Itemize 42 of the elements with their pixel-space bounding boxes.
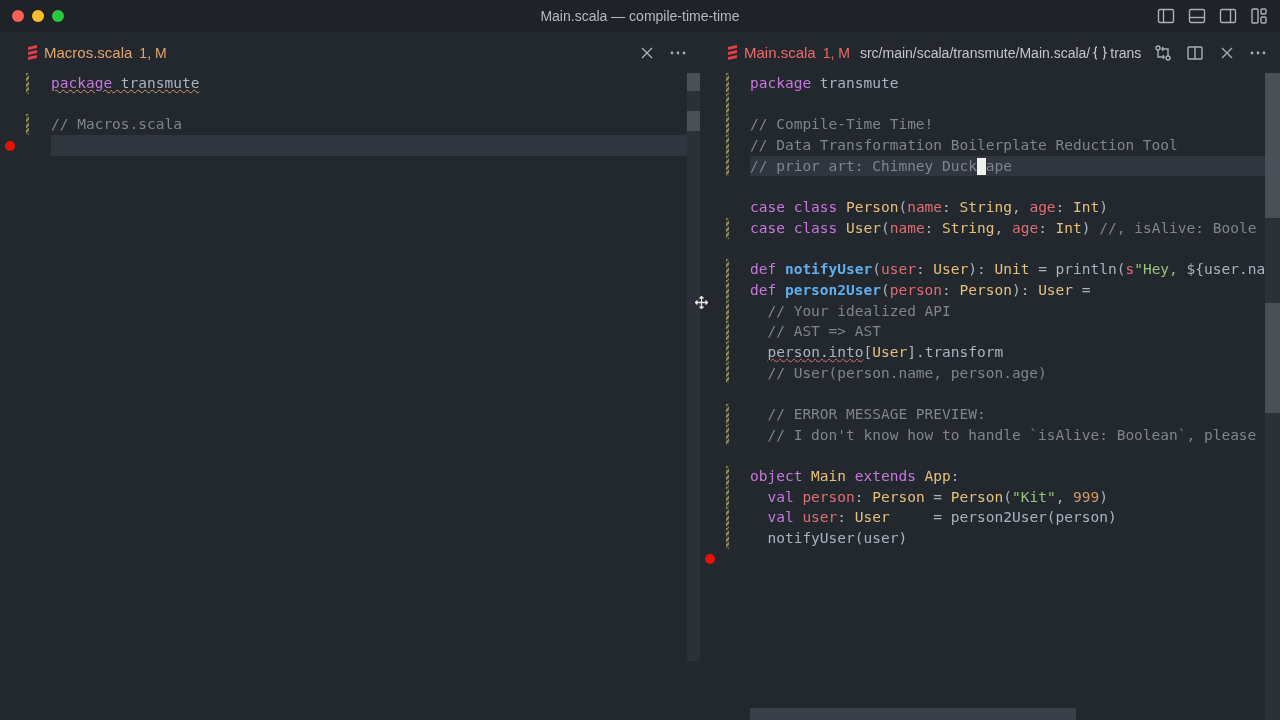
close-window-button[interactable] <box>12 10 24 22</box>
window-title: Main.scala — compile-time-time <box>540 8 740 24</box>
code-line: val person: Person = Person("Kit", 999) <box>766 487 1110 507</box>
editor-tab[interactable]: Macros.scala 1, M <box>28 44 167 61</box>
braces-icon <box>1092 44 1109 61</box>
more-icon[interactable] <box>670 50 686 55</box>
horizontal-scrollbar[interactable] <box>750 708 1076 720</box>
editor-tab[interactable]: Main.scala 1, M <box>728 44 850 61</box>
code-line: // I don't know how to handle `isAlive: Boolean`, please <box>766 425 1258 445</box>
code-line: def person2User(person: Person): User = <box>750 280 1092 300</box>
scala-icon <box>28 45 37 60</box>
code-line: case class Person(name: String, age: Int) <box>750 198 1109 218</box>
toggle-secondary-sidebar-icon[interactable] <box>1219 7 1237 25</box>
code-line: // Your idealized API <box>766 301 952 321</box>
code-line: // ERROR MESSAGE PREVIEW: <box>766 405 987 424</box>
scrollbar[interactable] <box>1265 73 1280 720</box>
code-line: val user: User = person2User(person) <box>766 508 1118 528</box>
code-line: // Data Transformation Boilerplate Reduction Tool <box>750 136 1179 156</box>
code-line: notifyUser(user) <box>766 529 909 549</box>
more-icon[interactable] <box>1250 50 1266 55</box>
minimize-window-button[interactable] <box>32 10 44 22</box>
breadcrumb-path[interactable]: src/main/scala/transmute/Main.scala/ <box>859 44 1091 61</box>
code-line: person.into[User].transform <box>766 342 1005 362</box>
maximize-window-button[interactable] <box>52 10 64 22</box>
code-line: case class User(name: String, age: Int) //, isAlive: Boole <box>750 218 1258 238</box>
scala-icon <box>728 45 737 60</box>
code-line: // User(person.name, person.age) <box>766 363 1048 383</box>
code-line: // AST => AST <box>766 322 882 342</box>
toggle-sidebar-icon[interactable] <box>1157 7 1175 25</box>
split-editor-icon[interactable] <box>1186 43 1204 62</box>
compare-changes-icon[interactable] <box>1154 43 1172 62</box>
code-line: package transmute <box>51 74 201 93</box>
scrollbar[interactable] <box>687 73 700 661</box>
toggle-panel-icon[interactable] <box>1188 7 1206 25</box>
code-line: // Macros.scala <box>51 115 183 135</box>
code-line: object Main extends App: <box>750 467 961 487</box>
move-cursor-icon <box>695 296 708 309</box>
code-line: // Compile-Time Time! <box>750 115 935 135</box>
customize-layout-icon[interactable] <box>1250 7 1268 25</box>
breadcrumb-symbol[interactable]: trans <box>1110 44 1142 61</box>
code-line: package transmute <box>750 74 900 93</box>
code-line: def notifyUser(user: User): Unit = println(s"Hey, ${user.na <box>750 260 1265 280</box>
